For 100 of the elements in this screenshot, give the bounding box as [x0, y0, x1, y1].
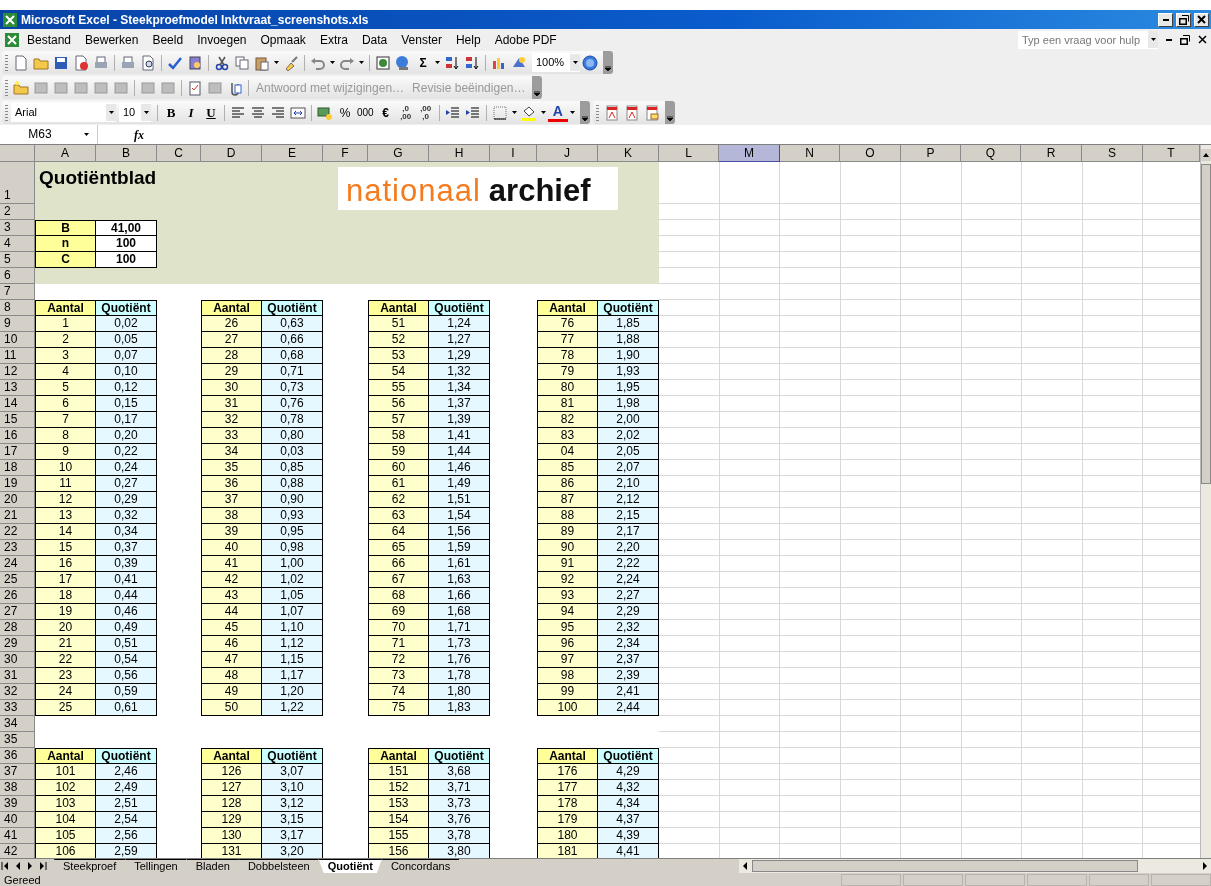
thousands-button[interactable]: 000	[355, 102, 376, 123]
zoom-dropdown[interactable]: 100%	[532, 53, 580, 72]
increase-decimal-button[interactable]: ,0 ,00	[395, 102, 416, 123]
menu-item[interactable]: Bestand	[20, 29, 79, 50]
scroll-up-icon[interactable]	[1201, 148, 1211, 161]
dropdown-caret-icon[interactable]	[330, 61, 335, 64]
menu-item[interactable]: Adobe PDF	[487, 29, 564, 50]
row-header[interactable]: 42	[0, 844, 35, 858]
window-close-button[interactable]	[1194, 12, 1209, 27]
align-right-icon[interactable]	[270, 104, 286, 121]
dropdown-caret-icon[interactable]	[540, 111, 546, 114]
column-header[interactable]: F	[323, 145, 368, 162]
row-header[interactable]: 25	[0, 572, 35, 588]
sheet-tab[interactable]: Tellingen	[125, 859, 187, 873]
column-header[interactable]: I	[490, 145, 537, 162]
row-header[interactable]: 35	[0, 732, 35, 748]
row-header[interactable]: 12	[0, 364, 35, 380]
column-header[interactable]: B	[96, 145, 157, 162]
minimize-icon[interactable]	[1166, 38, 1172, 41]
row-header[interactable]: 16	[0, 428, 35, 444]
column-header[interactable]: H	[429, 145, 490, 162]
currency-icon[interactable]	[317, 104, 333, 121]
column-header[interactable]: C	[157, 145, 201, 162]
row-header[interactable]: 10	[0, 332, 35, 348]
row-header[interactable]: 27	[0, 604, 35, 620]
window-minimize-button[interactable]	[1158, 12, 1173, 27]
row-header[interactable]: 34	[0, 716, 35, 732]
dropdown-caret-icon[interactable]	[435, 61, 440, 64]
sort-descending-icon[interactable]	[464, 54, 480, 71]
paste-icon[interactable]	[254, 54, 270, 71]
dropdown-caret-icon[interactable]	[274, 61, 279, 64]
percent-button[interactable]: %	[335, 102, 355, 123]
row-header[interactable]: 29	[0, 636, 35, 652]
row-header[interactable]: 14	[0, 396, 35, 412]
menu-item[interactable]: Data	[354, 29, 395, 50]
restore-icon[interactable]	[1180, 34, 1190, 45]
increase-indent-icon[interactable]	[464, 104, 481, 121]
row-header[interactable]: 31	[0, 668, 35, 684]
track-changes-icon[interactable]	[140, 79, 156, 96]
sheet-tab[interactable]: Steekproef	[54, 859, 126, 873]
scrollbar-thumb[interactable]	[752, 860, 1138, 872]
menu-item[interactable]: Bewerken	[78, 29, 146, 50]
column-header[interactable]: J	[537, 145, 598, 162]
menu-item[interactable]: Extra	[312, 29, 355, 50]
pdf-icon[interactable]	[603, 104, 620, 121]
sheet-tab[interactable]: Concordans	[381, 859, 460, 873]
insert-function-button[interactable]: fx	[134, 125, 144, 144]
row-header[interactable]: 24	[0, 556, 35, 572]
menu-item[interactable]: Opmaak	[253, 29, 313, 50]
horizontal-scrollbar[interactable]	[739, 859, 1211, 873]
fill-color-icon[interactable]	[520, 104, 537, 121]
column-header[interactable]: M	[719, 145, 780, 162]
new-document-icon[interactable]	[13, 54, 29, 71]
font-color-button[interactable]: A	[547, 103, 568, 122]
row-header[interactable]: 7	[0, 284, 35, 300]
italic-button[interactable]: I	[181, 102, 201, 123]
row-header[interactable]: 6	[0, 268, 35, 284]
format-painter-icon[interactable]	[283, 54, 299, 71]
window-restore-button[interactable]	[1176, 12, 1191, 27]
research-icon[interactable]	[187, 54, 203, 71]
column-header[interactable]: G	[368, 145, 429, 162]
column-header[interactable]: E	[262, 145, 323, 162]
row-header[interactable]: 39	[0, 796, 35, 812]
new-comment-icon[interactable]	[13, 79, 29, 96]
row-header[interactable]: 38	[0, 780, 35, 796]
workbook-icon[interactable]	[4, 31, 20, 48]
globe-icon[interactable]	[395, 54, 411, 71]
column-header[interactable]: L	[659, 145, 719, 162]
copy-icon[interactable]	[234, 54, 250, 71]
sheet-tab[interactable]: Dobbelsteen	[238, 859, 319, 873]
dropdown-caret-icon[interactable]	[359, 61, 364, 64]
row-header[interactable]: 37	[0, 764, 35, 780]
column-header[interactable]: S	[1082, 145, 1143, 162]
pdf-email-icon[interactable]	[643, 104, 660, 121]
align-center-icon[interactable]	[250, 104, 266, 121]
row-header[interactable]: 40	[0, 812, 35, 828]
menu-item[interactable]: Beeld	[145, 29, 191, 50]
row-header[interactable]: 11	[0, 348, 35, 364]
row-header[interactable]: 9	[0, 316, 35, 332]
row-header[interactable]: 21	[0, 508, 35, 524]
decrease-decimal-button[interactable]: ,00 ,0	[415, 102, 436, 123]
row-header[interactable]: 33	[0, 700, 35, 716]
sort-ascending-icon[interactable]	[444, 54, 460, 71]
row-header[interactable]: 4	[0, 236, 35, 252]
row-header[interactable]: 15	[0, 412, 35, 428]
menu-item[interactable]: Venster	[394, 29, 449, 50]
column-header[interactable]: Q	[961, 145, 1021, 162]
underline-button[interactable]: U	[201, 102, 221, 123]
help-search-field[interactable]: Typ een vraag voor hulp	[1018, 30, 1158, 49]
column-header[interactable]: R	[1021, 145, 1082, 162]
row-header[interactable]: 19	[0, 476, 35, 492]
toolbar-options-button[interactable]	[579, 101, 590, 124]
close-icon[interactable]	[1198, 35, 1207, 44]
row-header[interactable]: 22	[0, 524, 35, 540]
column-header[interactable]: T	[1143, 145, 1200, 162]
toolbar-options-button[interactable]	[532, 76, 543, 99]
bold-button[interactable]: B	[161, 102, 181, 123]
column-header[interactable]: A	[35, 145, 96, 162]
row-header[interactable]: 36	[0, 748, 35, 764]
sheet-tab[interactable]: Quotiënt	[318, 859, 382, 873]
